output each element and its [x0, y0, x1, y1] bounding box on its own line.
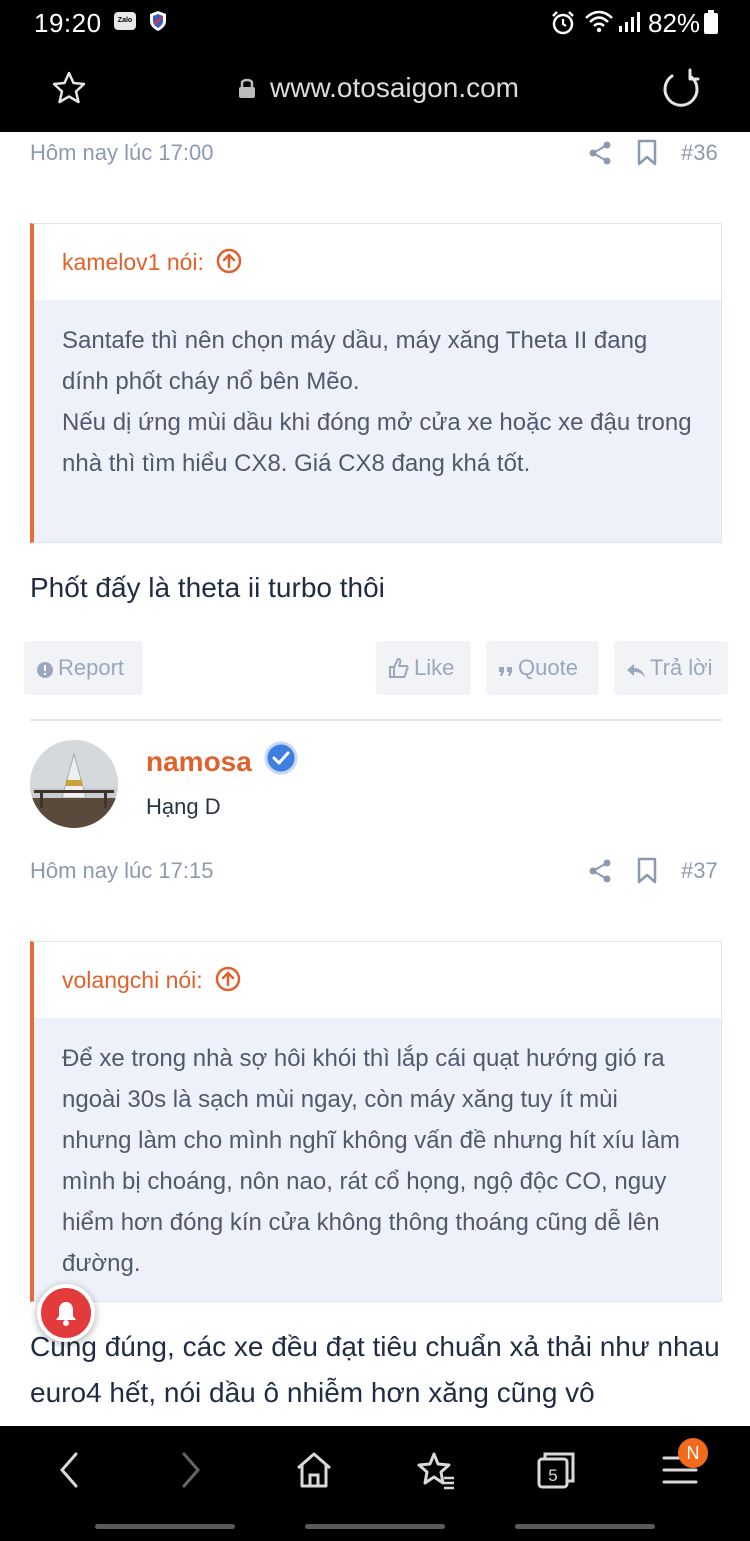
quote-block: volangchi nói: Để xe trong nhà sợ hôi kh… — [30, 941, 722, 1302]
post-divider — [30, 719, 722, 721]
bookmark-icon[interactable] — [636, 857, 658, 890]
go-to-quote-icon[interactable] — [216, 248, 242, 280]
post-message: Phốt đấy là theta ii turbo thôi — [30, 572, 385, 603]
post-time[interactable]: Hôm nay lúc 17:00 — [30, 140, 213, 166]
status-bar: 19:20 Zalo 82% — [0, 0, 750, 46]
user-rank: Hạng D — [146, 794, 221, 819]
post-time[interactable]: Hôm nay lúc 17:15 — [30, 858, 213, 884]
url-address[interactable]: www.otosaigon.com — [270, 72, 519, 104]
report-button[interactable]: Report — [24, 641, 143, 695]
share-icon[interactable] — [588, 140, 612, 171]
quote-block: kamelov1 nói: Santafe thì nên chọn máy d… — [30, 223, 722, 543]
status-time: 19:20 — [34, 8, 102, 38]
avatar[interactable] — [30, 740, 118, 828]
signal-icon — [618, 11, 640, 38]
quote-text: Santafe thì nên chọn máy dầu, máy xăng T… — [34, 300, 721, 542]
quote-header[interactable]: kamelov1 nói: — [34, 224, 721, 300]
gesture-handle-left — [95, 1524, 235, 1529]
alarm-icon — [550, 10, 576, 41]
back-icon[interactable] — [54, 1450, 84, 1495]
verified-badge-icon — [264, 741, 298, 780]
quote-header[interactable]: volangchi nói: — [34, 942, 721, 1018]
bookmarks-icon[interactable] — [416, 1450, 456, 1495]
browser-url-bar: www.otosaigon.com — [0, 46, 750, 132]
reply-label: Trả lời — [650, 655, 713, 680]
bookmark-star-icon[interactable] — [50, 70, 88, 111]
report-label: Report — [58, 655, 125, 680]
zalo-notification-icon: Zalo — [114, 12, 136, 30]
quote-author[interactable]: volangchi nói: — [62, 967, 203, 993]
post-number[interactable]: #36 — [681, 140, 718, 166]
post-meta-37: Hôm nay lúc 17:15 #37 — [30, 852, 722, 892]
battery-icon — [704, 10, 718, 39]
quote-button[interactable]: Quote — [486, 641, 599, 695]
quote-text: Để xe trong nhà sợ hôi khói thì lắp cái … — [34, 1018, 721, 1301]
like-label: Like — [414, 655, 455, 680]
bookmark-icon[interactable] — [636, 139, 658, 172]
thread-content: Hôm nay lúc 17:00 #36 kamelov1 nói: Sant… — [0, 132, 750, 1426]
shield-notification-icon — [148, 10, 168, 32]
go-to-quote-icon[interactable] — [215, 966, 241, 998]
home-icon[interactable] — [294, 1450, 334, 1495]
post-number[interactable]: #37 — [681, 858, 718, 884]
forward-icon[interactable] — [176, 1450, 206, 1495]
reply-button[interactable]: Trả lời — [614, 641, 728, 695]
tabs-count: 5 — [548, 1466, 557, 1485]
wifi-icon — [584, 10, 614, 39]
lock-icon — [238, 77, 256, 104]
post-meta-36: Hôm nay lúc 17:00 #36 — [30, 134, 722, 174]
gesture-handle-right — [515, 1524, 655, 1529]
quote-author[interactable]: kamelov1 nói: — [62, 249, 204, 275]
reload-icon[interactable] — [660, 68, 702, 115]
quote-label: Quote — [518, 655, 578, 680]
notification-bell-button[interactable] — [37, 1284, 95, 1342]
gesture-handle-center — [305, 1524, 445, 1529]
battery-percentage: 82% — [648, 8, 701, 38]
username[interactable]: namosa — [146, 746, 252, 778]
like-button[interactable]: Like — [376, 641, 471, 695]
share-icon[interactable] — [588, 858, 612, 889]
menu-badge: N — [678, 1438, 708, 1468]
post-message: Cũng đúng, các xe đều đạt tiêu chuẩn xả … — [30, 1331, 720, 1408]
tabs-icon[interactable]: 5 — [536, 1450, 576, 1495]
